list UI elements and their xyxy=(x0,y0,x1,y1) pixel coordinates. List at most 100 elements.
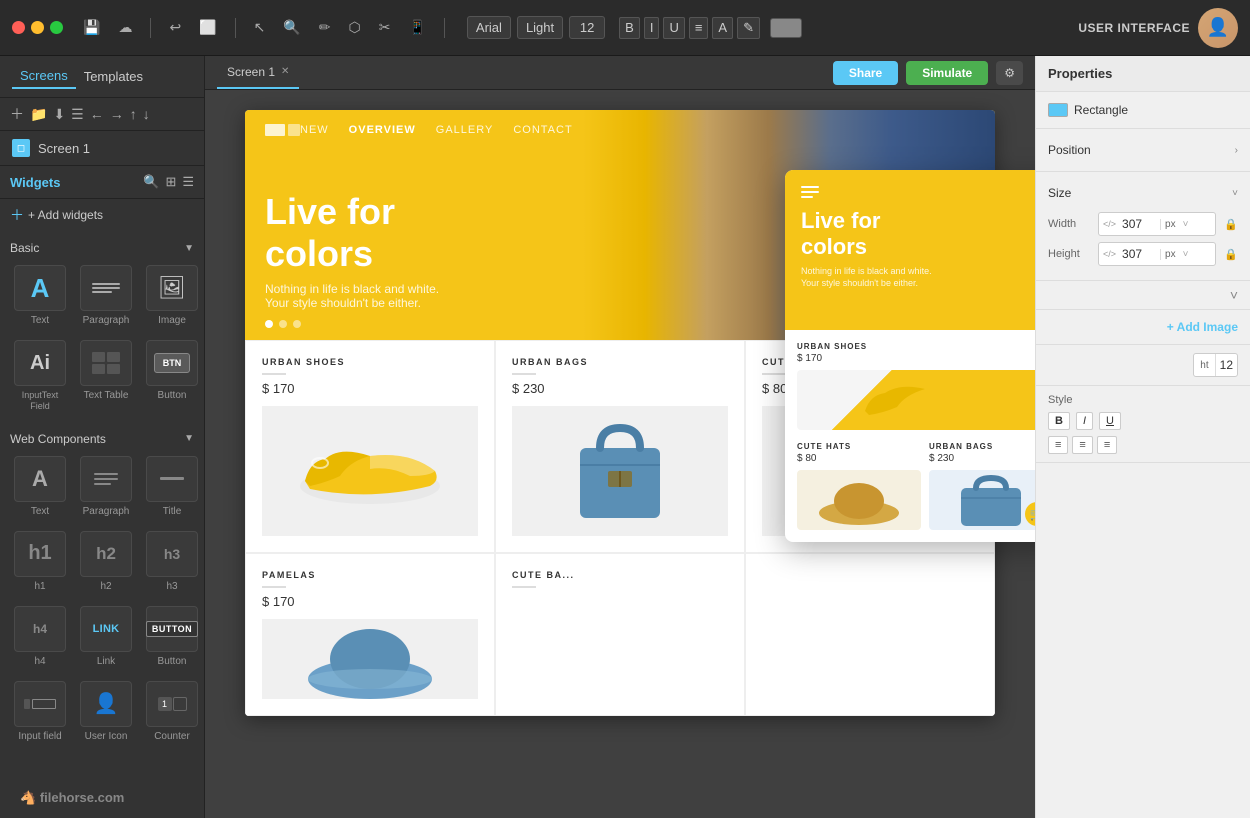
widget-paragraph[interactable]: Paragraph xyxy=(76,261,136,330)
format-buttons: B I U ≡ A ✎ xyxy=(619,17,760,39)
height-lock-icon[interactable]: 🔒 xyxy=(1224,248,1238,261)
tab-screens[interactable]: Screens xyxy=(12,64,76,89)
nav-new[interactable]: NEW xyxy=(300,124,329,136)
cloud-icon[interactable]: ☁ xyxy=(114,17,136,38)
basic-chevron-icon[interactable]: ▼ xyxy=(184,243,194,254)
color-swatch[interactable] xyxy=(770,18,802,38)
position-row[interactable]: Position › xyxy=(1048,137,1238,163)
minimize-button[interactable] xyxy=(31,21,44,34)
list-widgets-icon[interactable]: ☰ xyxy=(182,174,194,190)
zoom-icon[interactable]: 🔍 xyxy=(279,17,304,38)
wc-button[interactable]: BUTTON Button xyxy=(142,602,202,671)
hero-dot-1[interactable] xyxy=(265,320,273,328)
folder-icon[interactable]: 📁 xyxy=(30,106,47,123)
nav-contact[interactable]: CONTACT xyxy=(513,124,572,136)
simulate-button[interactable]: Simulate xyxy=(906,61,988,85)
canvas-tab-close-icon[interactable]: ✕ xyxy=(281,66,289,77)
device-icon[interactable]: 📱 xyxy=(404,17,429,38)
back-icon[interactable]: ↩ xyxy=(165,17,185,38)
height-input[interactable] xyxy=(1120,243,1160,265)
align-center-button[interactable]: ≡ xyxy=(1072,436,1092,454)
type-row: Rectangle xyxy=(1048,100,1238,120)
hero-title: Live for colors xyxy=(265,191,439,274)
size-chevron-icon[interactable]: ˅ xyxy=(1232,188,1238,199)
wc-inputfield[interactable]: Input field xyxy=(10,677,70,746)
position-chevron-icon[interactable]: › xyxy=(1235,145,1238,156)
grid-view-icon[interactable]: ⊞ xyxy=(165,174,176,190)
widget-button[interactable]: BTN Button xyxy=(142,336,202,416)
wc-usericon[interactable]: 👤 User Icon xyxy=(76,677,136,746)
save-icon[interactable]: 💾 xyxy=(79,17,104,38)
right-panel: Properties Rectangle Position › Size ˅ xyxy=(1035,56,1250,818)
underline-button[interactable]: U xyxy=(663,17,684,39)
canvas-area[interactable]: NEW OVERVIEW GALLERY CONTACT Live for co… xyxy=(205,90,1035,818)
type-color-swatch[interactable] xyxy=(1048,103,1068,117)
wc-counter[interactable]: 1 Counter xyxy=(142,677,202,746)
size-row[interactable]: Size ˅ xyxy=(1048,180,1238,206)
add-screen-btn[interactable]: ＋ xyxy=(10,104,24,124)
wc-h1[interactable]: h1 h1 xyxy=(10,527,70,596)
width-input[interactable] xyxy=(1120,213,1160,235)
widget-text[interactable]: A Text xyxy=(10,261,70,330)
text-button[interactable]: A xyxy=(712,17,733,39)
paragraph-widget-label: Paragraph xyxy=(83,315,130,326)
wc-paragraph[interactable]: Paragraph xyxy=(76,452,136,521)
cursor-icon[interactable]: ↖ xyxy=(250,17,270,38)
screen-icon[interactable]: ⬜ xyxy=(195,17,220,38)
move-up-icon[interactable]: ↑ xyxy=(130,106,137,122)
collapse-icon[interactable]: ˅ xyxy=(1230,287,1238,303)
bold-style-button[interactable]: B xyxy=(1048,412,1070,430)
nav-back-icon[interactable]: ← xyxy=(90,106,104,122)
wc-h4[interactable]: h4 h4 xyxy=(10,602,70,671)
align-button[interactable]: ≡ xyxy=(689,17,709,39)
settings-button[interactable]: ⚙ xyxy=(996,61,1023,85)
height-chevron[interactable]: ˅ xyxy=(1180,249,1192,260)
nav-forward-icon[interactable]: → xyxy=(110,106,124,122)
widget-inputtext[interactable]: Ai InputTextField xyxy=(10,336,70,416)
nav-gallery[interactable]: GALLERY xyxy=(436,124,494,136)
width-chevron[interactable]: ˅ xyxy=(1180,219,1192,230)
close-button[interactable] xyxy=(12,21,25,34)
mobile-hats-price: $ 80 xyxy=(797,453,921,464)
wc-link[interactable]: LINK Link xyxy=(76,602,136,671)
add-image-button[interactable]: + Add Image xyxy=(1167,320,1238,334)
pen-icon[interactable]: ✏ xyxy=(315,17,335,38)
wc-h2[interactable]: h2 h2 xyxy=(76,527,136,596)
search-widgets-icon[interactable]: 🔍 xyxy=(143,174,159,190)
align-left-button[interactable]: ≡ xyxy=(1048,436,1068,454)
import-icon[interactable]: ⬇ xyxy=(53,106,65,123)
underline-style-button[interactable]: U xyxy=(1099,412,1121,430)
nav-overview[interactable]: OVERVIEW xyxy=(349,124,416,136)
widget-image[interactable]: 🖼 Image xyxy=(142,261,202,330)
italic-button[interactable]: I xyxy=(644,17,660,39)
font-weight-input[interactable]: Light xyxy=(517,16,563,39)
wc-title[interactable]: Title xyxy=(142,452,202,521)
move-down-icon[interactable]: ↓ xyxy=(143,106,150,122)
wc-h3[interactable]: h3 h3 xyxy=(142,527,202,596)
widget-texttable[interactable]: Text Table xyxy=(76,336,136,416)
hero-dot-3[interactable] xyxy=(293,320,301,328)
italic-style-button[interactable]: I xyxy=(1076,412,1093,430)
user-avatar[interactable]: 👤 xyxy=(1198,8,1238,48)
canvas-tab-label: Screen 1 xyxy=(227,65,275,79)
hero-dot-2[interactable] xyxy=(279,320,287,328)
tab-templates[interactable]: Templates xyxy=(76,65,151,88)
bold-button[interactable]: B xyxy=(619,17,640,39)
wc-text[interactable]: A Text xyxy=(10,452,70,521)
align-right-button[interactable]: ≡ xyxy=(1097,436,1117,454)
canvas-tab-screen1[interactable]: Screen 1 ✕ xyxy=(217,56,299,89)
font-size-input[interactable]: 12 xyxy=(569,16,605,39)
font-name-input[interactable]: Arial xyxy=(467,16,511,39)
list-view-icon[interactable]: ☰ xyxy=(71,106,84,123)
webcomponents-chevron-icon[interactable]: ▼ xyxy=(184,433,194,444)
add-widgets-btn[interactable]: ＋ + Add widgets xyxy=(0,199,204,231)
shape-icon[interactable]: ⬡ xyxy=(345,17,365,38)
share-button[interactable]: Share xyxy=(833,61,898,85)
font-size-value[interactable]: 12 xyxy=(1215,354,1237,376)
screen-item[interactable]: ◻ Screen 1 xyxy=(0,131,204,165)
maximize-button[interactable] xyxy=(50,21,63,34)
width-lock-icon[interactable]: 🔒 xyxy=(1224,218,1238,231)
image-widget-label: Image xyxy=(158,315,186,326)
crop-icon[interactable]: ✂ xyxy=(375,17,395,38)
pen2-button[interactable]: ✎ xyxy=(737,17,760,39)
